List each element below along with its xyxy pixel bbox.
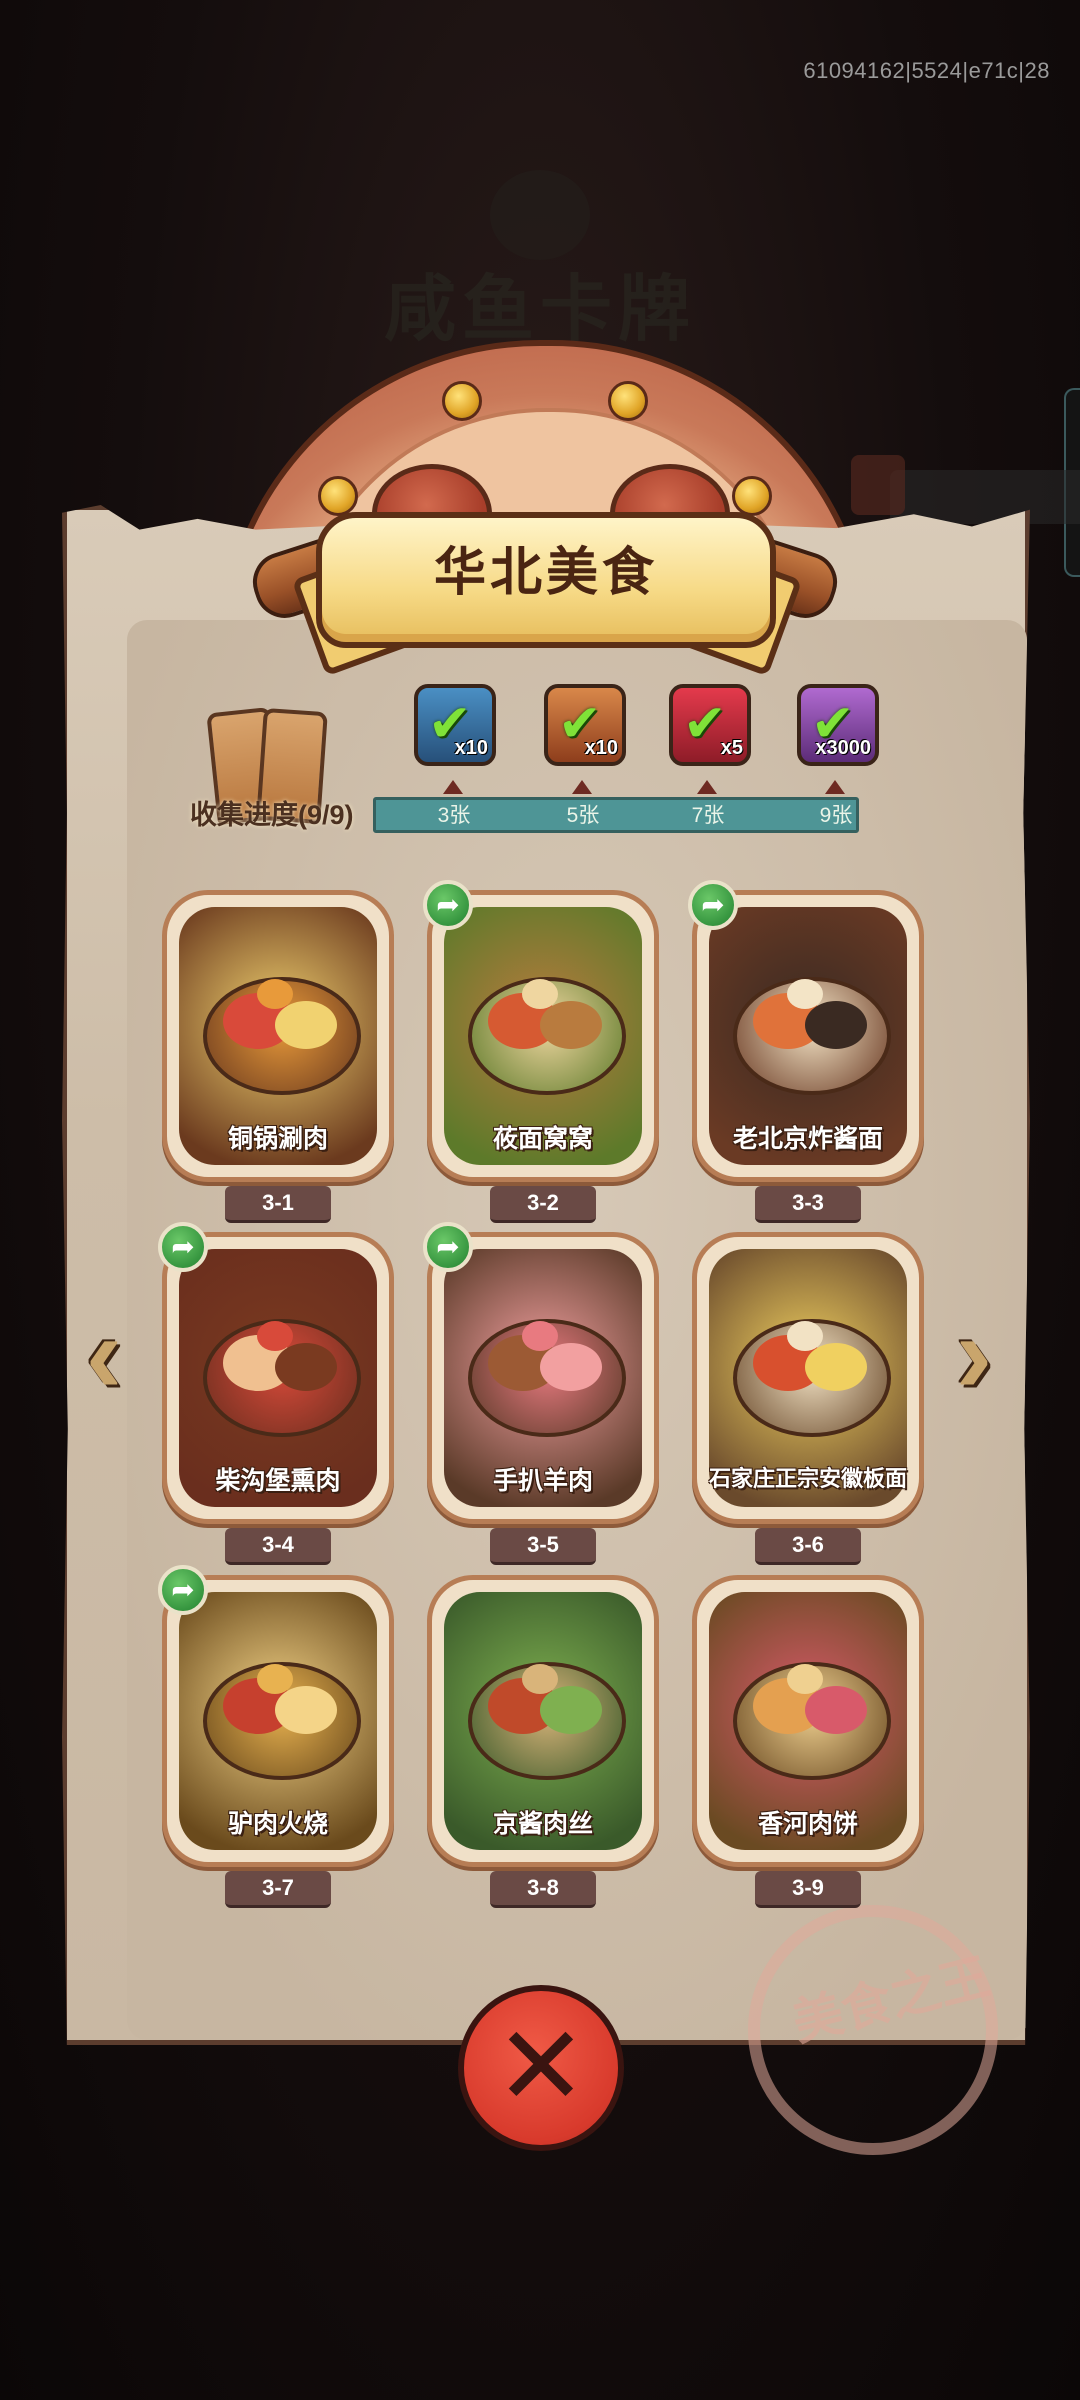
food-card[interactable]: 京酱肉丝 [427,1575,659,1867]
food-ingredient [805,1001,867,1049]
food-garnish [257,1664,293,1694]
share-icon[interactable]: ➦ [158,1222,208,1272]
food-garnish [787,1321,823,1351]
card-level-tag: 3-5 [490,1528,596,1565]
food-card[interactable]: 老北京炸酱面 [692,890,924,1182]
dial-stud-icon [732,476,772,516]
food-garnish [787,1664,823,1694]
food-ingredient [540,1343,602,1391]
milestone-marker [697,780,717,794]
food-card[interactable]: 手扒羊肉 [427,1232,659,1524]
card-level-tag: 3-1 [225,1186,331,1223]
close-icon: ✕ [494,2005,588,2128]
food-card[interactable]: 香河肉饼 [692,1575,924,1867]
collection-progress-label: 收集进度(9/9) [190,800,354,830]
reward-chest-icon[interactable]: ✔ x10 [414,684,496,766]
reward-quantity: x10 [584,737,618,759]
food-ingredient [540,1001,602,1049]
debug-id-label: 61094162|5524|e71c|28 [803,58,1050,83]
card-level-tag: 3-7 [225,1871,331,1908]
food-garnish [522,1321,558,1351]
next-page-arrow-icon[interactable]: › [938,1296,1010,1414]
close-button[interactable]: ✕ [458,1985,624,2151]
food-card-name: 驴肉火烧 [227,1810,328,1838]
food-ingredient [805,1686,867,1734]
food-card-name: 铜锅涮肉 [227,1125,328,1153]
food-garnish [522,1664,558,1694]
milestone-marker [825,780,845,794]
food-card[interactable]: 莜面窝窝 [427,890,659,1182]
dial-stud-icon [318,476,358,516]
card-level-tag: 3-8 [490,1871,596,1908]
panel-title: 华北美食 [433,543,658,603]
share-icon[interactable]: ➦ [423,880,473,930]
dial-stud-icon [442,381,482,421]
reward-quantity: x10 [454,737,488,759]
food-garnish [787,979,823,1009]
food-ingredient [275,1001,337,1049]
food-garnish [257,979,293,1009]
card-level-tag: 3-4 [225,1528,331,1565]
share-icon[interactable]: ➦ [423,1222,473,1272]
reward-quantity: x3000 [815,737,871,759]
food-garnish [522,979,558,1009]
milestone-label: 5张 [566,804,600,827]
food-card-name: 京酱肉丝 [492,1810,593,1838]
milestone-marker [443,780,463,794]
card-level-tag: 3-9 [755,1871,861,1908]
reward-ingot-icon[interactable]: ✔ x3000 [797,684,879,766]
food-card[interactable]: 铜锅涮肉 [162,890,394,1182]
food-ingredient [805,1343,867,1391]
milestone-label: 3张 [437,804,471,827]
food-card-name: 香河肉饼 [757,1810,858,1838]
card-level-tag: 3-3 [755,1186,861,1223]
food-card[interactable]: 驴肉火烧 [162,1575,394,1867]
food-card[interactable]: 柴沟堡熏肉 [162,1232,394,1524]
food-ingredient [275,1343,337,1391]
reward-orb-icon[interactable]: ✔ x5 [669,684,751,766]
reward-quantity: x5 [720,737,743,759]
reward-hammer-icon[interactable]: ✔ x10 [544,684,626,766]
share-icon[interactable]: ➦ [688,880,738,930]
previous-page-arrow-icon[interactable]: ‹ [68,1296,140,1414]
card-level-tag: 3-6 [755,1528,861,1565]
share-icon[interactable]: ➦ [158,1565,208,1615]
dial-stud-icon [608,381,648,421]
milestone-label: 7张 [691,804,725,827]
food-card-name: 手扒羊肉 [492,1467,593,1495]
milestone-label: 9张 [819,804,853,827]
food-card-name: 莜面窝窝 [492,1125,593,1153]
food-ingredient [275,1686,337,1734]
food-card[interactable]: 石家庄正宗安徽板面 [692,1232,924,1524]
food-card-name: 石家庄正宗安徽板面 [708,1466,907,1491]
background-logo-emblem [490,170,590,260]
food-card-name: 柴沟堡熏肉 [215,1467,341,1495]
food-ingredient [540,1686,602,1734]
card-level-tag: 3-2 [490,1186,596,1223]
background-currency-icon [851,455,905,515]
milestone-marker [572,780,592,794]
food-garnish [257,1321,293,1351]
food-card-name: 老北京炸酱面 [732,1125,883,1153]
